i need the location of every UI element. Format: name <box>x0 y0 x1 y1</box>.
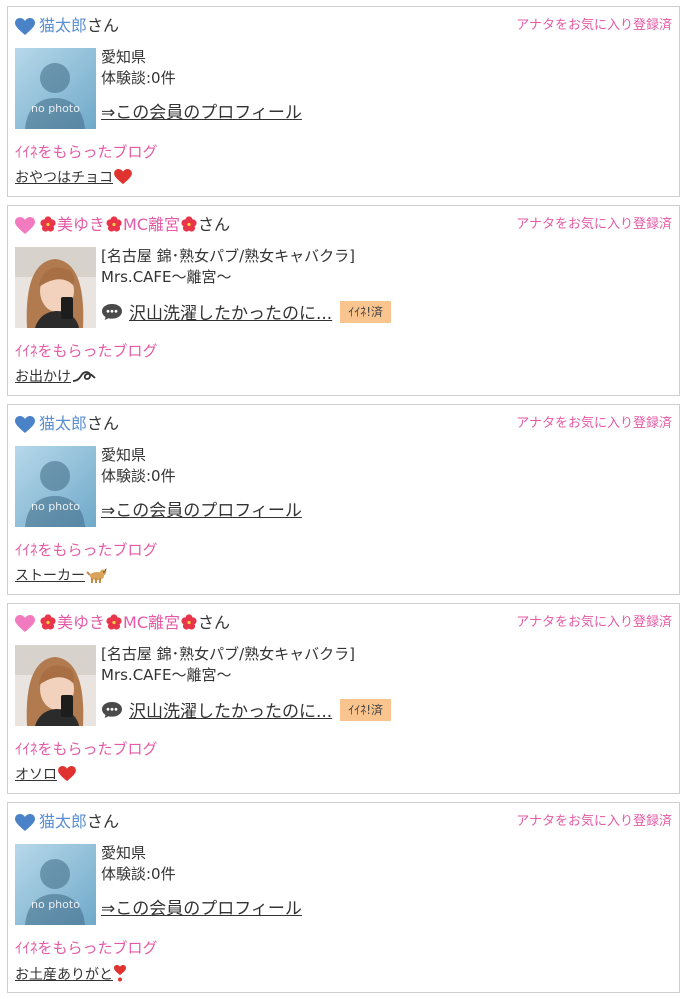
shop-category: [名古屋 錦･熟女パブ/熟女キャバクラ] <box>101 645 356 663</box>
member-review-count: 体験談:0件 <box>101 467 176 485</box>
card-header: 美ゆき MC離宮 さん アナタをお気に入り登録済 <box>15 212 672 238</box>
member-review-count: 体験談:0件 <box>101 865 176 883</box>
heart-exclamation-icon <box>114 965 126 982</box>
blog-post-link[interactable]: ストーカー <box>15 567 108 585</box>
received-like-label: ｲｲﾈをもらったブログ <box>15 939 158 957</box>
blog-post-link[interactable]: オソロ <box>15 766 76 784</box>
profile-link[interactable]: ⇒この会員のプロフィール <box>101 500 671 522</box>
liked-badge: ｲｲﾈ!済 <box>340 698 392 721</box>
pink-heart-icon <box>15 217 35 234</box>
cast-info: [名古屋 錦･熟女パブ/熟女キャバクラ] Mrs.CAFE〜離宮〜 沢山洗濯した… <box>101 246 671 324</box>
profile-link[interactable]: ⇒この会員のプロフィール <box>101 102 671 124</box>
member-name[interactable]: 猫太郎さん <box>39 812 119 832</box>
member-info: 愛知県 体験談:0件 ⇒この会員のプロフィール <box>101 843 671 920</box>
blog-entry-row: 沢山洗濯したかったのに... ｲｲﾈ!済 <box>101 697 671 722</box>
blog-title-link[interactable]: 沢山洗濯したかったのに... <box>129 697 332 722</box>
liker-card: 猫太郎さん アナタをお気に入り登録済 no photo 愛知県 体験談:0件 ⇒… <box>7 6 680 197</box>
no-photo-avatar[interactable]: no photo <box>15 446 96 527</box>
blog-entry-row: 沢山洗濯したかったのに... ｲｲﾈ!済 <box>101 299 671 324</box>
liker-card: 猫太郎さん アナタをお気に入り登録済 no photo 愛知県 体験談:0件 ⇒… <box>7 802 680 993</box>
favorite-status: アナタをお気に入り登録済 <box>516 18 672 33</box>
member-review-count: 体験談:0件 <box>101 69 176 87</box>
no-photo-avatar[interactable]: no photo <box>15 48 96 129</box>
card-header: 猫太郎さん アナタをお気に入り登録済 <box>15 13 672 39</box>
red-heart-icon <box>58 766 76 782</box>
hibiscus-icon <box>106 216 122 232</box>
red-heart-icon <box>114 169 132 185</box>
hibiscus-icon <box>40 614 56 630</box>
favorite-status: アナタをお気に入り登録済 <box>516 416 672 431</box>
member-area: 愛知県 <box>101 446 147 464</box>
profile-link-text[interactable]: ⇒この会員のプロフィール <box>101 103 302 123</box>
member-area: 愛知県 <box>101 48 147 66</box>
received-like-label: ｲｲﾈをもらったブログ <box>15 740 158 758</box>
no-photo-avatar[interactable]: no photo <box>15 844 96 925</box>
liked-badge: ｲｲﾈ!済 <box>340 300 392 323</box>
blue-heart-icon <box>15 18 35 35</box>
shop-name[interactable]: Mrs.CAFE〜離宮〜 <box>101 665 671 686</box>
liked-blog-feed: 猫太郎さん アナタをお気に入り登録済 no photo 愛知県 体験談:0件 ⇒… <box>0 0 686 999</box>
shop-name[interactable]: Mrs.CAFE〜離宮〜 <box>101 267 671 288</box>
blog-post-link[interactable]: お出かけ <box>15 368 96 386</box>
pink-heart-icon <box>15 615 35 632</box>
member-info: 愛知県 体験談:0件 ⇒この会員のプロフィール <box>101 47 671 124</box>
speech-bubble-icon <box>102 701 122 718</box>
cast-photo[interactable] <box>15 645 96 726</box>
dog-icon <box>86 568 107 583</box>
hibiscus-icon <box>106 614 122 630</box>
cast-name[interactable]: 美ゆき MC離宮 さん <box>39 215 230 235</box>
card-header: 猫太郎さん アナタをお気に入り登録済 <box>15 809 672 835</box>
blog-post-link[interactable]: おやつはチョコ <box>15 169 132 187</box>
liker-card: 美ゆき MC離宮 さん アナタをお気に入り登録済 [名古屋 錦･熟女パブ/熟女キャバ… <box>7 205 680 396</box>
hibiscus-icon <box>40 216 56 232</box>
cast-info: [名古屋 錦･熟女パブ/熟女キャバクラ] Mrs.CAFE〜離宮〜 沢山洗濯した… <box>101 644 671 722</box>
blue-heart-icon <box>15 814 35 831</box>
speech-bubble-icon <box>102 303 122 320</box>
profile-link-text[interactable]: ⇒この会員のプロフィール <box>101 899 302 919</box>
member-name[interactable]: 猫太郎さん <box>39 16 119 36</box>
blog-title-link[interactable]: 沢山洗濯したかったのに... <box>129 299 332 324</box>
blog-post-link[interactable]: お土産ありがと <box>15 965 126 984</box>
favorite-status: アナタをお気に入り登録済 <box>516 217 672 232</box>
favorite-status: アナタをお気に入り登録済 <box>516 615 672 630</box>
hibiscus-icon <box>181 614 197 630</box>
curly-loop-icon <box>72 371 96 382</box>
hibiscus-icon <box>181 216 197 232</box>
cast-name[interactable]: 美ゆき MC離宮 さん <box>39 613 230 633</box>
blue-heart-icon <box>15 416 35 433</box>
member-name[interactable]: 猫太郎さん <box>39 414 119 434</box>
received-like-label: ｲｲﾈをもらったブログ <box>15 143 158 161</box>
svg-text:no photo: no photo <box>31 102 80 115</box>
svg-text:no photo: no photo <box>31 898 80 911</box>
shop-category: [名古屋 錦･熟女パブ/熟女キャバクラ] <box>101 247 356 265</box>
received-like-label: ｲｲﾈをもらったブログ <box>15 541 158 559</box>
member-area: 愛知県 <box>101 844 147 862</box>
card-header: 美ゆき MC離宮 さん アナタをお気に入り登録済 <box>15 610 672 636</box>
favorite-status: アナタをお気に入り登録済 <box>516 814 672 829</box>
member-info: 愛知県 体験談:0件 ⇒この会員のプロフィール <box>101 445 671 522</box>
received-like-label: ｲｲﾈをもらったブログ <box>15 342 158 360</box>
profile-link[interactable]: ⇒この会員のプロフィール <box>101 898 671 920</box>
svg-text:no photo: no photo <box>31 500 80 513</box>
liker-card: 猫太郎さん アナタをお気に入り登録済 no photo 愛知県 体験談:0件 ⇒… <box>7 404 680 595</box>
profile-link-text[interactable]: ⇒この会員のプロフィール <box>101 501 302 521</box>
liker-card: 美ゆき MC離宮 さん アナタをお気に入り登録済 [名古屋 錦･熟女パブ/熟女キャバ… <box>7 603 680 794</box>
cast-photo[interactable] <box>15 247 96 328</box>
card-header: 猫太郎さん アナタをお気に入り登録済 <box>15 411 672 437</box>
